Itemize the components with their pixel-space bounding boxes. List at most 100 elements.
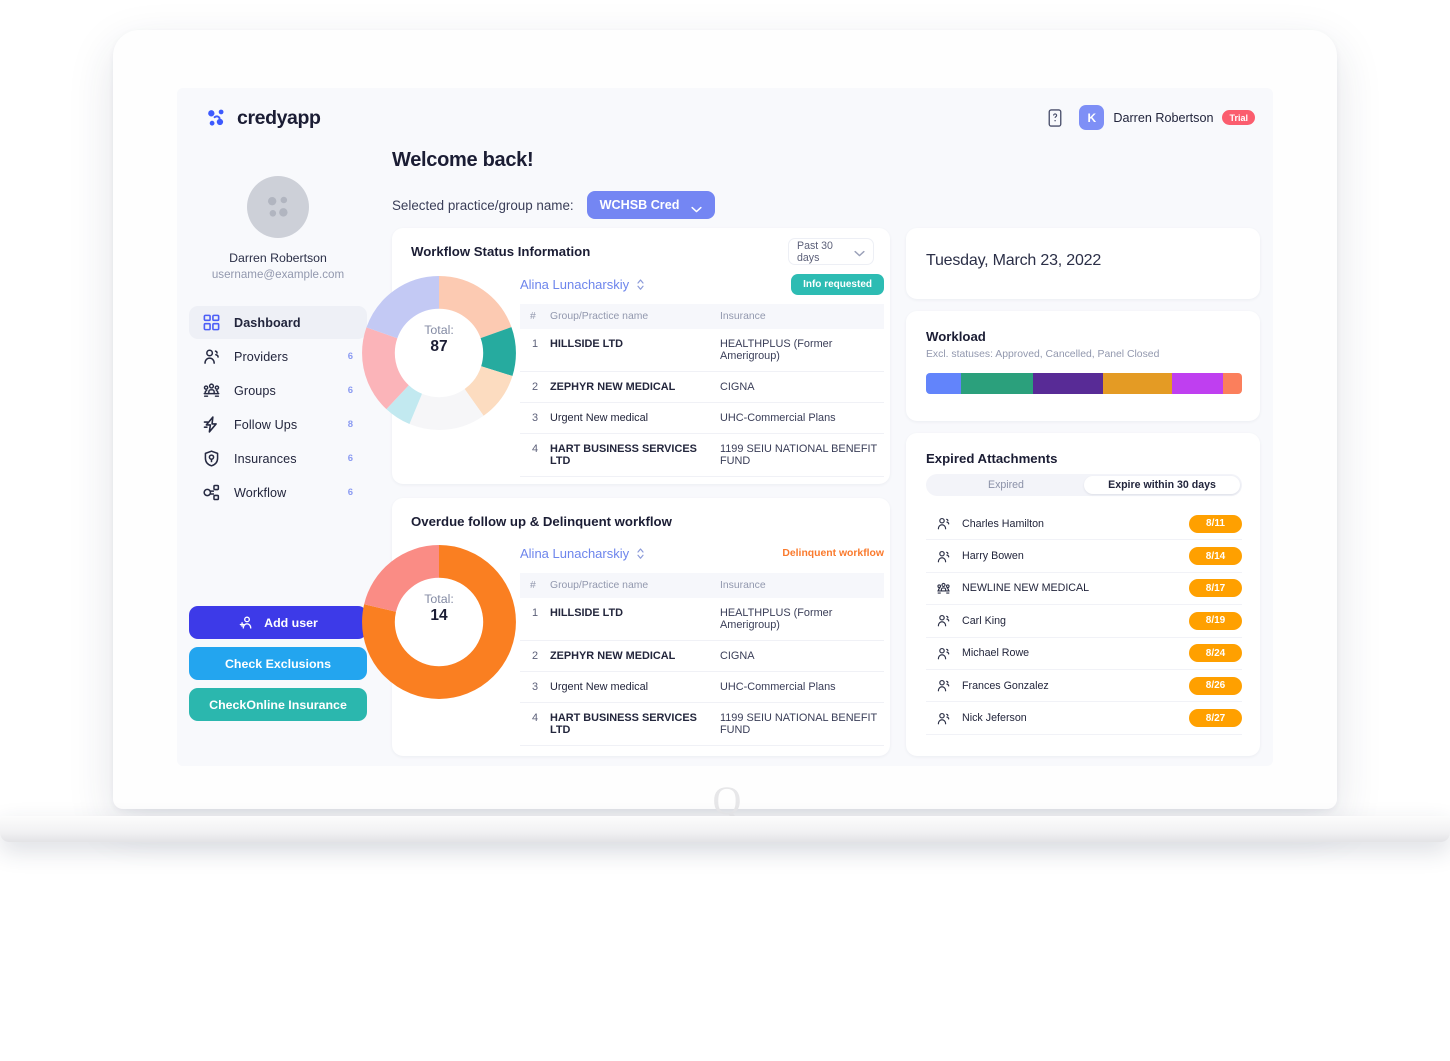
profile-name: Darren Robertson [229, 251, 327, 265]
list-item[interactable]: Michael Rowe 8/24 [926, 638, 1242, 670]
cell-name: ZEPHYR NEW MEDICAL [544, 371, 709, 403]
cell-insurance: CIGNA [709, 371, 884, 403]
overdue-table-zone: Alina Lunacharskiy Delinquent workflow #… [520, 542, 884, 746]
overdue-table: # Group/Practice name Insurance 1 HILLSI… [520, 573, 884, 746]
date-range-select[interactable]: Past 30 days [788, 238, 874, 265]
expired-attachments-list: Charles Hamilton 8/11 Harry Bowen 8/14 N… [926, 508, 1242, 735]
table-row[interactable]: 1 HILLSIDE LTD HEALTHPLUS (Former Amerig… [520, 329, 884, 372]
sidebar-item-insurances[interactable]: Insurances 6 [189, 442, 367, 475]
sidebar-item-label: Insurances [234, 451, 297, 466]
donut-center-label: Total: 14 [397, 592, 481, 625]
list-item-label: Carl King [962, 614, 1006, 627]
page-title: Welcome back! [392, 149, 534, 171]
owner-selector[interactable]: Alina Lunacharskiy [520, 277, 645, 292]
list-item[interactable]: Nick Jeferson 8/27 [926, 702, 1242, 735]
main-content: Welcome back! Selected practice/group na… [362, 88, 1273, 766]
sidebar: credyapp Darren Robertson username@examp… [177, 88, 379, 766]
expiry-date-badge: 8/24 [1189, 644, 1242, 663]
add-user-label: Add user [264, 615, 318, 630]
add-user-button[interactable]: Add user [189, 606, 367, 639]
check-exclusions-label: Check Exclusions [224, 656, 332, 671]
list-item-label: Charles Hamilton [962, 517, 1044, 530]
table-row[interactable]: 2 ZEPHYR NEW MEDICAL CIGNA [520, 640, 884, 672]
sidebar-actions: Add user Check Exclusions CheckOnline In… [189, 606, 367, 729]
cell-name: HART BUSINESS SERVICES LTD [544, 702, 709, 746]
column-header-name: Group/Practice name [544, 304, 709, 329]
owner-name: Alina Lunacharskiy [520, 277, 630, 292]
credyapp-logo-icon [205, 107, 228, 130]
donut-total-label: Total: [424, 323, 454, 337]
sidebar-item-groups[interactable]: Groups 6 [189, 374, 367, 407]
cell-name: HILLSIDE LTD [544, 329, 709, 372]
sidebar-badge: 6 [347, 351, 353, 362]
list-item-label: Nick Jeferson [962, 712, 1027, 725]
owner-selector[interactable]: Alina Lunacharskiy [520, 546, 645, 561]
overdue-donut-chart: Total: 14 [359, 542, 519, 722]
table-row[interactable]: 2 ZEPHYR NEW MEDICAL CIGNA [520, 371, 884, 403]
card-title: Workload [926, 329, 986, 344]
donut-total-value: 87 [430, 338, 448, 355]
sidebar-item-workflow[interactable]: Workflow 6 [189, 476, 367, 509]
sidebar-item-dashboard[interactable]: Dashboard [189, 306, 367, 339]
chevron-down-icon [691, 202, 703, 212]
sidebar-item-label: Groups [234, 383, 276, 398]
practice-select[interactable]: WCHSB Cred [586, 191, 716, 219]
workflow-table: # Group/Practice name Insurance 1 HILLSI… [520, 304, 884, 477]
cell-insurance: HEALTHPLUS (Former Amerigroup) [709, 598, 884, 641]
provider-person-icon [936, 646, 951, 661]
cell-insurance: 1199 SEIU NATIONAL BENEFIT FUND [709, 702, 884, 746]
table-row[interactable]: 3 Urgent New medical UHC-Commercial Plan… [520, 671, 884, 703]
expiry-date-badge: 8/19 [1189, 611, 1242, 630]
column-header-insurance: Insurance [709, 304, 884, 329]
card-title: Workflow Status Information [411, 244, 591, 259]
table-row[interactable]: 3 Urgent New medical UHC-Commercial Plan… [520, 402, 884, 434]
table-row[interactable]: 1 HILLSIDE LTD HEALTHPLUS (Former Amerig… [520, 598, 884, 641]
tab-expire-within-30-days[interactable]: Expire within 30 days [1084, 476, 1240, 494]
cell-insurance: UHC-Commercial Plans [709, 402, 884, 434]
sidebar-item-follow-ups[interactable]: Follow Ups 8 [189, 408, 367, 441]
list-item[interactable]: Harry Bowen 8/14 [926, 540, 1242, 573]
workload-segment [926, 373, 961, 394]
list-item[interactable]: Charles Hamilton 8/11 [926, 508, 1242, 541]
cell-insurance: CIGNA [709, 640, 884, 672]
cell-num: 3 [520, 671, 544, 703]
tab-expired[interactable]: Expired [928, 476, 1084, 494]
table-row[interactable]: 4 HART BUSINESS SERVICES LTD 1199 SEIU N… [520, 702, 884, 746]
status-badge: Info requested [791, 274, 884, 295]
sidebar-item-label: Dashboard [234, 315, 301, 330]
provider-person-icon [936, 549, 951, 564]
current-date: Tuesday, March 23, 2022 [926, 252, 1102, 269]
shield-check-icon [202, 449, 221, 468]
cell-name: HILLSIDE LTD [544, 598, 709, 641]
check-online-insurance-button[interactable]: CheckOnline Insurance [189, 688, 367, 721]
cell-name: Urgent New medical [544, 671, 709, 703]
avatar[interactable] [247, 176, 309, 238]
list-item-label: Michael Rowe [962, 647, 1030, 660]
list-item[interactable]: NEWLINE NEW MEDICAL 8/17 [926, 573, 1242, 606]
sidebar-badge: 8 [347, 419, 353, 430]
date-range-value: Past 30 days [797, 239, 833, 264]
cell-num: 4 [520, 702, 544, 746]
brand-logo[interactable]: credyapp [177, 88, 379, 130]
chevron-down-icon [854, 248, 865, 257]
workload-card: Workload Excl. statuses: Approved, Cance… [906, 311, 1260, 421]
cell-num: 1 [520, 329, 544, 372]
table-row[interactable]: 4 HART BUSINESS SERVICES LTD 1199 SEIU N… [520, 433, 884, 477]
workflow-status-card: Workflow Status Information Past 30 days [362, 228, 890, 484]
cell-num: 4 [520, 433, 544, 477]
overdue-delinquent-card: Overdue follow up & Delinquent workflow … [362, 498, 890, 756]
card-title: Expired Attachments [926, 451, 1058, 466]
cell-num: 2 [520, 640, 544, 672]
list-item-label: Frances Gonzalez [962, 679, 1049, 692]
list-item[interactable]: Carl King 8/19 [926, 605, 1242, 638]
current-date-card: Tuesday, March 23, 2022 [906, 228, 1260, 299]
check-exclusions-button[interactable]: Check Exclusions [189, 647, 367, 680]
workload-segment [960, 373, 1034, 394]
add-user-icon [238, 614, 255, 631]
workflow-nodes-icon [202, 483, 221, 502]
list-item[interactable]: Frances Gonzalez 8/26 [926, 670, 1242, 703]
sort-updown-icon [636, 278, 645, 291]
workload-segment [1033, 373, 1103, 394]
sidebar-item-providers[interactable]: Providers 6 [189, 340, 367, 373]
expiry-date-badge: 8/26 [1189, 676, 1242, 695]
